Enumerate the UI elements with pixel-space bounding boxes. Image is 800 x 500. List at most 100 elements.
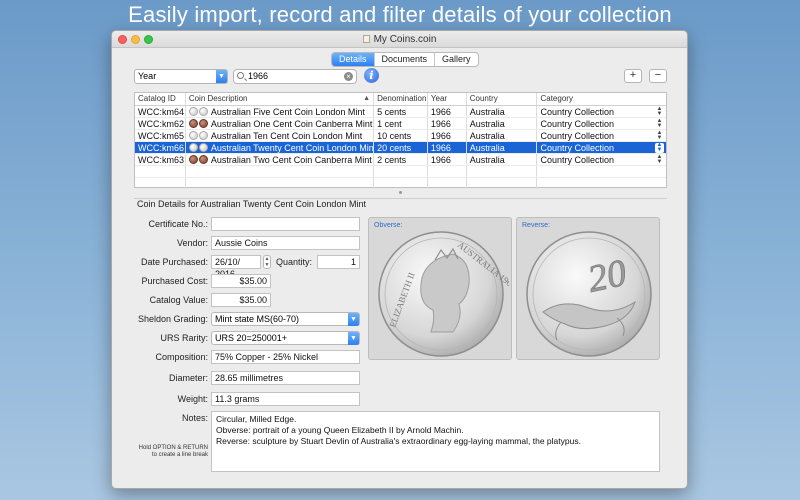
diameter-field[interactable]: 28.65 millimetres — [211, 371, 360, 385]
year-cell-text: 1966 — [430, 143, 451, 153]
year-cell-text: 1966 — [430, 131, 451, 141]
category-cell[interactable]: Country Collection ▲ ▼ — [537, 130, 666, 141]
coin-thumbnail-icon — [188, 143, 198, 152]
year-cell-text: 1966 — [430, 107, 451, 117]
vendor-label: Vendor: — [176, 238, 208, 248]
category-popup-icon[interactable]: ▲ ▼ — [655, 130, 664, 141]
catalog-id-cell-text: WCC:km62 — [138, 119, 185, 129]
category-popup-icon[interactable]: ▲ ▼ — [655, 106, 664, 117]
obverse-image-well[interactable]: Obverse: ELIZABETH II AUSTRALIA 1966 — [368, 217, 512, 360]
obverse-coin-image: ELIZABETH II AUSTRALIA 1966 — [378, 231, 509, 357]
splitter-handle[interactable] — [399, 191, 402, 194]
country-cell-text: Australia — [469, 107, 505, 117]
grading-select[interactable]: Mint state MS(60-70) ▼ — [211, 312, 360, 326]
clear-search-icon[interactable]: × — [344, 72, 353, 81]
column-header-year[interactable]: Year — [428, 93, 467, 105]
denomination-cell-text: 5 cents — [377, 107, 407, 117]
empty-cell — [537, 178, 666, 189]
tab-details[interactable]: Details — [332, 53, 375, 66]
table-row[interactable]: WCC:km63 Australian Two Cent Coin Canber… — [135, 154, 666, 166]
column-header-catalog-id[interactable]: Catalog ID — [135, 93, 186, 105]
table-body: WCC:km64 Australian Five Cent Coin Londo… — [135, 106, 666, 190]
column-header-country[interactable]: Country — [467, 93, 538, 105]
coin-thumbnail-icon — [198, 131, 208, 140]
column-header-description[interactable]: Coin Description ▲ — [186, 93, 375, 105]
coin-table: Catalog ID Coin Description ▲ Denominatio… — [134, 92, 667, 190]
quantity-label: Quantity: — [275, 257, 312, 267]
empty-cell — [537, 166, 666, 177]
catalog-value-field[interactable]: $35.00 — [211, 293, 271, 307]
notes-field[interactable]: Circular, Milled Edge. Obverse: portrait… — [211, 411, 660, 472]
category-cell-text: Country Collection — [540, 119, 615, 129]
quantity-field[interactable]: 1 — [317, 255, 360, 269]
urs-select[interactable]: URS 20=250001+ ▼ — [211, 331, 360, 345]
category-popup-icon[interactable]: ▲ ▼ — [654, 142, 664, 153]
denomination-cell: 10 cents — [374, 130, 428, 141]
tab-documents[interactable]: Documents — [375, 53, 436, 66]
category-cell[interactable]: Country Collection ▲ ▼ — [537, 154, 666, 165]
category-cell-text: Country Collection — [540, 155, 615, 165]
description-cell-text: Australian One Cent Coin Canberra Mint — [210, 119, 373, 129]
remove-record-button[interactable]: − — [649, 69, 667, 83]
certificate-field[interactable] — [211, 217, 360, 231]
chevron-down-icon: ▼ — [348, 313, 359, 326]
catalog-id-cell: WCC:km63 — [135, 154, 186, 165]
vendor-field[interactable]: Aussie Coins — [211, 236, 360, 250]
description-cell: Australian Two Cent Coin Canberra Mint — [186, 154, 375, 165]
close-button[interactable] — [118, 35, 127, 44]
denomination-cell: 1 cent — [374, 118, 428, 129]
coin-thumbnail-icon — [188, 119, 198, 128]
zoom-button[interactable] — [144, 35, 153, 44]
category-popup-icon[interactable]: ▲ ▼ — [655, 118, 664, 129]
title-bar: My Coins.coin — [112, 31, 687, 48]
reverse-label: Reverse: — [522, 222, 551, 229]
description-cell: Australian Five Cent Coin London Mint — [186, 106, 375, 117]
empty-cell — [186, 178, 375, 189]
hint-line: Hold OPTION & RETURN — [138, 445, 208, 451]
search-input[interactable]: 1966 × — [233, 69, 357, 84]
tab-gallery[interactable]: Gallery — [435, 53, 478, 66]
empty-cell — [186, 166, 375, 177]
table-row[interactable]: WCC:km66 Australian Twenty Cent Coin Lon… — [135, 142, 666, 154]
weight-field[interactable]: 11.3 grams — [211, 392, 360, 406]
table-row[interactable]: WCC:km65 Australian Ten Cent Coin London… — [135, 130, 666, 142]
filter-field-select[interactable]: Year ▼ — [134, 69, 228, 84]
minimize-button[interactable] — [131, 35, 140, 44]
description-cell-text: Australian Ten Cent Coin London Mint — [210, 131, 363, 141]
catalog-value-label: Catalog Value: — [149, 295, 208, 305]
country-cell-text: Australia — [469, 131, 505, 141]
date-label: Date Purchased: — [140, 257, 208, 267]
category-cell[interactable]: Country Collection ▲ ▼ — [537, 118, 666, 129]
category-cell[interactable]: Country Collection ▲ ▼ — [537, 142, 666, 153]
category-popup-icon[interactable]: ▲ ▼ — [655, 154, 664, 165]
table-header: Catalog ID Coin Description ▲ Denominatio… — [135, 93, 666, 106]
cost-field[interactable]: $35.00 — [211, 274, 271, 288]
info-icon[interactable]: i — [364, 68, 379, 83]
table-row[interactable]: WCC:km62 Australian One Cent Coin Canber… — [135, 118, 666, 130]
empty-cell — [374, 178, 428, 189]
catalog-id-cell-text: WCC:km64 — [138, 107, 185, 117]
empty-table-row — [135, 178, 666, 190]
empty-cell — [135, 166, 186, 177]
denomination-cell: 5 cents — [374, 106, 428, 117]
add-record-button[interactable]: + — [624, 69, 642, 83]
coin-thumbnail-icon — [198, 107, 208, 116]
empty-cell — [374, 166, 428, 177]
notes-line: Circular, Milled Edge. — [216, 414, 297, 424]
column-header-category[interactable]: Category — [537, 93, 666, 105]
grading-label: Sheldon Grading: — [137, 314, 208, 324]
table-row[interactable]: WCC:km64 Australian Five Cent Coin Londo… — [135, 106, 666, 118]
country-cell-text: Australia — [469, 155, 505, 165]
description-cell-text: Australian Twenty Cent Coin London Mint — [210, 143, 375, 153]
empty-cell — [428, 166, 467, 177]
grading-value: Mint state MS(60-70) — [215, 314, 300, 324]
urs-label: URS Rarity: — [160, 333, 208, 343]
category-cell-text: Country Collection — [540, 131, 615, 141]
denomination-cell-text: 2 cents — [377, 155, 407, 165]
reverse-image-well[interactable]: Reverse: 20 — [516, 217, 660, 360]
window-title: My Coins.coin — [373, 34, 437, 45]
coin-thumbnail-icon — [198, 119, 208, 128]
column-header-denomination[interactable]: Denomination — [374, 93, 428, 105]
category-cell[interactable]: Country Collection ▲ ▼ — [537, 106, 666, 117]
composition-field[interactable]: 75% Copper - 25% Nickel — [211, 350, 360, 364]
